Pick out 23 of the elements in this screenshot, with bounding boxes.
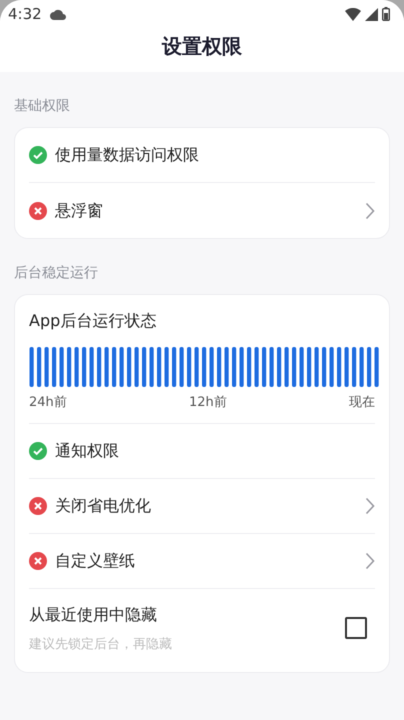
wifi-icon — [345, 8, 361, 20]
cloud-icon — [50, 8, 66, 20]
chart-title: App后台运行状态 — [29, 310, 158, 332]
battery-icon — [382, 7, 390, 21]
axis-label: 现在 — [349, 394, 375, 412]
axis-label: 24h前 — [29, 394, 67, 412]
chevron-icon[interactable] — [365, 552, 375, 570]
status-time: 4:32 — [8, 4, 42, 25]
section-label: 基础权限 — [13, 97, 71, 116]
page-title: 设置权限 — [0, 28, 404, 72]
checkbox[interactable] — [345, 617, 367, 640]
permission-label: 关闭省电优化 — [55, 494, 152, 516]
section-label: 后台稳定运行 — [13, 264, 99, 283]
axis-label: 12h前 — [189, 394, 227, 412]
permission-label: 使用量数据访问权限 — [55, 144, 200, 166]
chevron-icon[interactable] — [365, 496, 375, 514]
permission-label: 自定义壁纸 — [55, 550, 136, 572]
permission-label: 通知权限 — [55, 440, 120, 462]
permission-label: 悬浮窗 — [55, 200, 104, 222]
option-hint: 建议先锁定后台，再隐藏 — [29, 636, 172, 654]
chevron-icon[interactable] — [365, 202, 375, 220]
signal-icon — [365, 8, 378, 20]
option-label: 从最近使用中隐藏 — [29, 604, 158, 626]
